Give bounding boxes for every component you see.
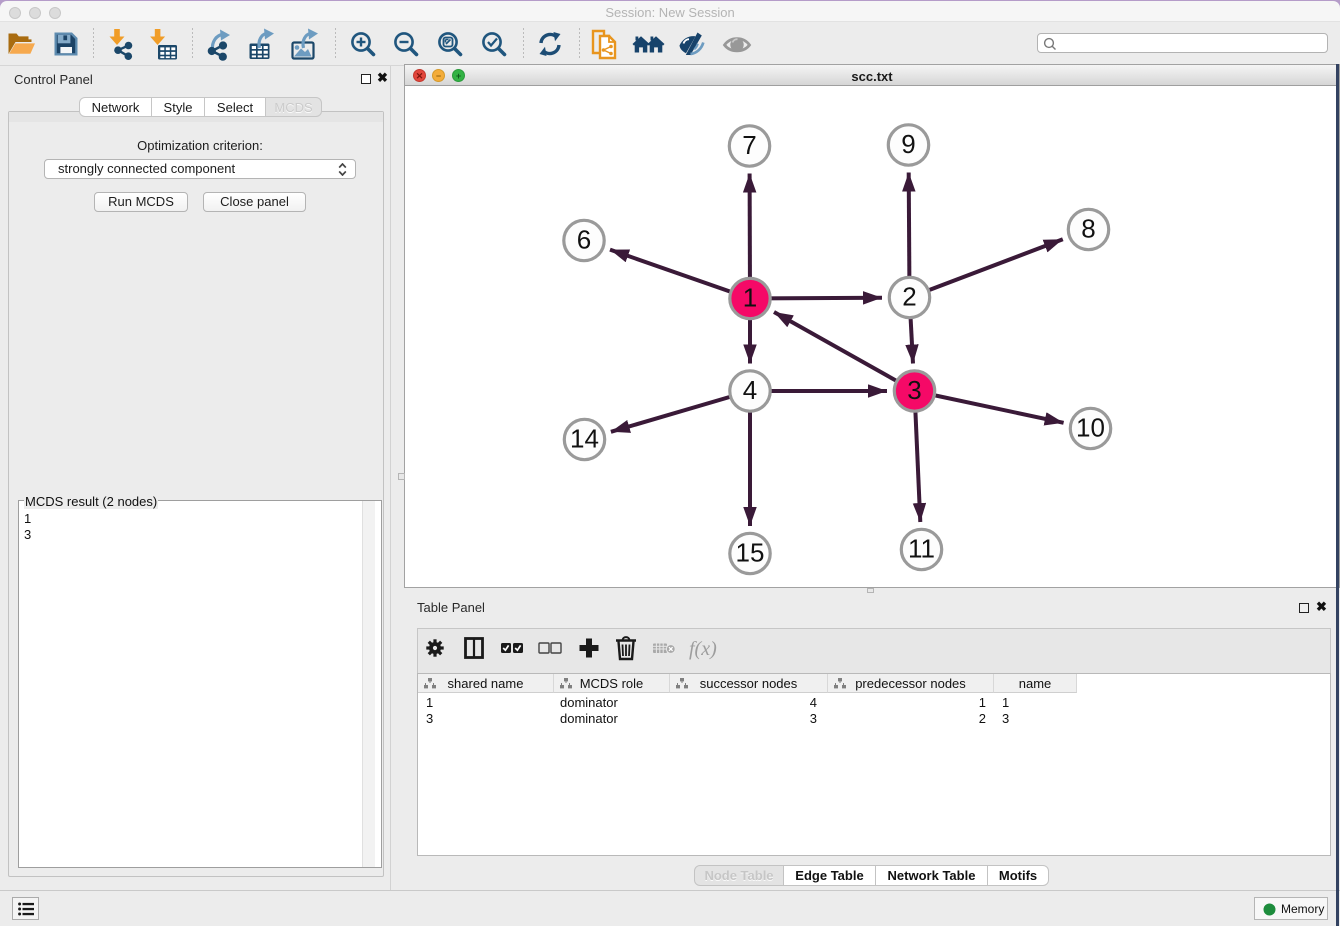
svg-text:4: 4: [743, 375, 757, 405]
svg-text:8: 8: [1081, 214, 1095, 244]
svg-text:1: 1: [743, 283, 757, 313]
svg-text:7: 7: [742, 130, 756, 160]
svg-text:11: 11: [908, 534, 935, 564]
svg-text:14: 14: [570, 424, 599, 454]
svg-text:10: 10: [1076, 413, 1105, 443]
svg-text:f(x): f(x): [689, 638, 717, 660]
svg-text:3: 3: [907, 375, 921, 405]
svg-text:15: 15: [736, 538, 765, 568]
svg-text:2: 2: [902, 282, 916, 312]
svg-text:6: 6: [577, 225, 591, 255]
svg-text:9: 9: [901, 129, 915, 159]
